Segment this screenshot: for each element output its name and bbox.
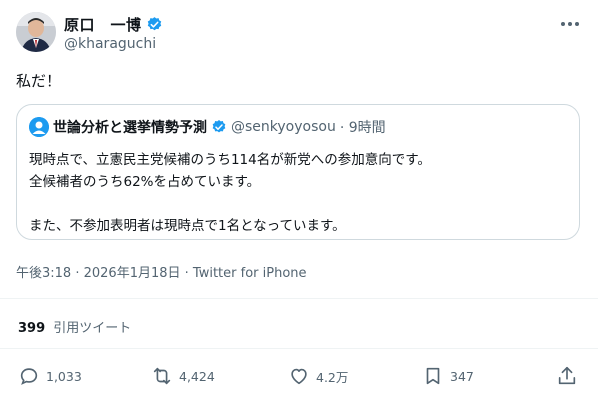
like-button[interactable]: 4.2万 [288,365,348,387]
tweet-header: 原口 一博 @kharaguchi [16,12,582,56]
retweet-button[interactable]: 4,424 [151,365,215,387]
quoted-text-line [29,193,569,215]
quoted-text-line: 現時点で、立憲民主党候補のうち114名が新党への参加意向です。 [29,152,431,168]
like-count: 4.2万 [316,369,349,385]
share-icon [558,366,576,385]
like-icon [291,368,307,385]
retweet-count: 4,424 [179,368,215,384]
share-button[interactable] [556,365,578,387]
bookmark-count: 347 [450,368,474,384]
author-name[interactable]: 原口 一博 [64,14,142,35]
tweet-meta: 午後3:182026年1月18日Twitter for iPhone [16,262,307,281]
verified-badge-icon [212,120,226,133]
quoted-author-handle[interactable]: @senkyoyosou [231,119,336,135]
bookmark-icon [426,367,440,385]
tweet-date[interactable]: 2026年1月18日 [71,266,180,281]
quoted-author-name[interactable]: 世論分析と選挙情勢予測 [53,117,207,137]
bookmark-button[interactable]: 347 [422,365,474,387]
verified-badge-icon [147,17,161,31]
action-bar: 1,033 4,424 4.2万 347 [18,365,580,389]
tweet-source: Twitter for iPhone [181,266,307,281]
retweet-icon [153,367,171,385]
divider [0,298,598,299]
author-handle[interactable]: @kharaguchi [64,36,156,52]
quoted-text: 現時点で、立憲民主党候補のうち114名が新党への参加意向です。 全候補者のうち6… [29,149,569,237]
tweet-text: 私だ！ [16,72,62,90]
quote-tweets-link[interactable]: 399 引用ツイート [18,317,131,336]
author-avatar[interactable] [16,12,56,52]
quote-tweets-count: 399 [18,321,46,336]
reply-icon [20,368,38,385]
reply-button[interactable]: 1,033 [18,365,82,387]
quoted-avatar[interactable] [29,117,49,137]
divider [0,348,598,349]
reply-count: 1,033 [46,368,82,384]
quote-tweets-label: 引用ツイート [53,321,132,336]
tweet-time[interactable]: 午後3:18 [16,266,71,281]
quoted-text-line: 全候補者のうち62%を占めています。 [29,174,261,190]
quoted-text-line: また、不参加表明者は現時点で1名となっています。 [29,218,346,234]
more-icon[interactable] [558,12,582,36]
quoted-tweet[interactable]: 世論分析と選挙情勢予測 @senkyoyosou · 9時間 現時点で、立憲民主… [16,104,580,240]
quoted-time[interactable]: · 9時間 [340,117,386,137]
